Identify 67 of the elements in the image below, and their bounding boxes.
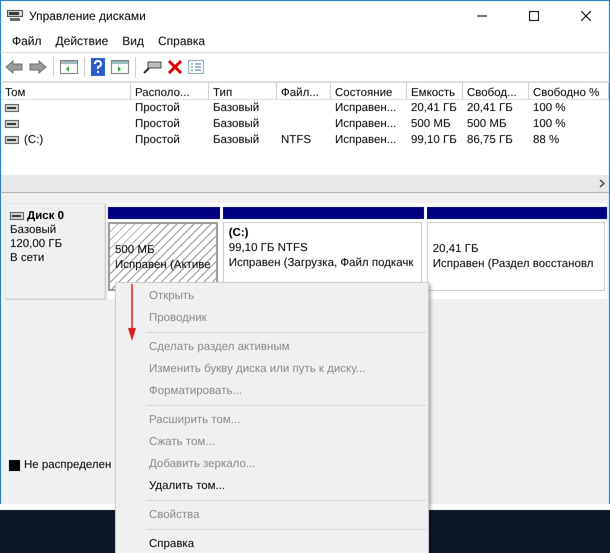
- table-cell-text: 500 МБ: [411, 117, 451, 132]
- column-header[interactable]: Тип: [209, 82, 277, 100]
- table-cell-text: 500 МБ: [467, 117, 507, 132]
- horizontal-scrollbar[interactable]: [1, 175, 609, 192]
- volume-icon: [5, 120, 19, 128]
- column-header[interactable]: Свободно %: [529, 82, 609, 100]
- partition-status: Исправен (Активе: [115, 259, 211, 271]
- menu-item[interactable]: Файл: [5, 34, 49, 48]
- table-cell-text: Простой: [135, 101, 180, 116]
- scroll-right-icon[interactable]: [599, 179, 605, 188]
- disk-name: Диск 0: [27, 210, 64, 222]
- column-header[interactable]: Том: [1, 82, 131, 100]
- partition-status: Исправен (Раздел восстановл: [432, 258, 594, 270]
- delete-icon[interactable]: [168, 60, 182, 74]
- close-icon[interactable]: [581, 10, 591, 20]
- table-cell-text: Простой: [135, 117, 180, 132]
- table-cell-text: 20,41 ГБ: [467, 101, 513, 116]
- table-cell-text: Базовый: [213, 133, 260, 148]
- volume-icon: [5, 136, 19, 144]
- disk-icon: [10, 212, 24, 220]
- disk-management-icon: [7, 10, 23, 22]
- table-cell-text: Исправен...: [335, 133, 396, 148]
- legend-label: Не распределен: [24, 459, 112, 471]
- menu-item[interactable]: Справка: [151, 34, 212, 48]
- partition-block[interactable]: 20,41 ГБ Исправен (Раздел восстановл: [426, 222, 605, 291]
- table-cell-text: NTFS: [281, 133, 312, 148]
- column-header[interactable]: Емкость: [407, 82, 463, 100]
- connect-icon[interactable]: [142, 60, 162, 74]
- table-cell-text: Исправен...: [335, 101, 396, 116]
- partition-size: 500 МБ: [115, 244, 156, 256]
- disk-type: Базовый: [10, 224, 58, 236]
- back-button[interactable]: [5, 60, 23, 74]
- disk-size: 120,00 ГБ: [10, 238, 64, 250]
- table-cell-text: 100 %: [533, 101, 566, 116]
- properties-icon[interactable]: [188, 60, 204, 74]
- column-header[interactable]: Располо...: [131, 82, 209, 100]
- window-title: Управление дисками: [29, 8, 147, 22]
- table-cell-text: 20,41 ГБ: [411, 101, 457, 116]
- menu-item[interactable]: Действие: [48, 34, 116, 48]
- table-cell-text: Простой: [135, 133, 180, 148]
- table-cell-text: (C:): [24, 133, 44, 148]
- table-cell-text: 100 %: [533, 117, 566, 132]
- partition-status: Исправен (Загрузка, Файл подкачк: [228, 257, 414, 269]
- volume-icon: [5, 104, 19, 112]
- action-pane-icon[interactable]: [111, 60, 129, 74]
- help-icon[interactable]: [91, 58, 105, 76]
- table-cell-text: 99,10 ГБ: [411, 133, 457, 148]
- forward-button[interactable]: [29, 60, 47, 74]
- table-cell-text: 86,75 ГБ: [467, 133, 513, 148]
- partition-label: (C:): [228, 227, 250, 239]
- menu-item[interactable]: Вид: [115, 34, 151, 48]
- table-cell-text: Базовый: [213, 101, 260, 116]
- partition-size: 99,10 ГБ NTFS: [228, 242, 309, 254]
- context-menu-item[interactable]: Удалить том...: [116, 475, 428, 497]
- maximize-icon[interactable]: [529, 10, 539, 20]
- partition-size: 20,41 ГБ: [432, 243, 480, 255]
- table-cell-text: 88 %: [533, 133, 560, 148]
- table-cell-text: Исправен...: [335, 117, 396, 132]
- console-tree-icon[interactable]: [60, 60, 78, 74]
- table-cell-text: Базовый: [213, 117, 260, 132]
- disk-info-panel[interactable]: Диск 0 Базовый 120,00 ГБ В сети: [5, 203, 105, 299]
- arrow-annotation: [127, 284, 137, 342]
- disk-status: В сети: [10, 252, 46, 264]
- column-header[interactable]: Состояние: [331, 82, 407, 100]
- column-header[interactable]: Файл...: [277, 82, 331, 100]
- column-header[interactable]: Свобод...: [463, 82, 529, 100]
- context-menu-item[interactable]: Справка: [116, 533, 428, 553]
